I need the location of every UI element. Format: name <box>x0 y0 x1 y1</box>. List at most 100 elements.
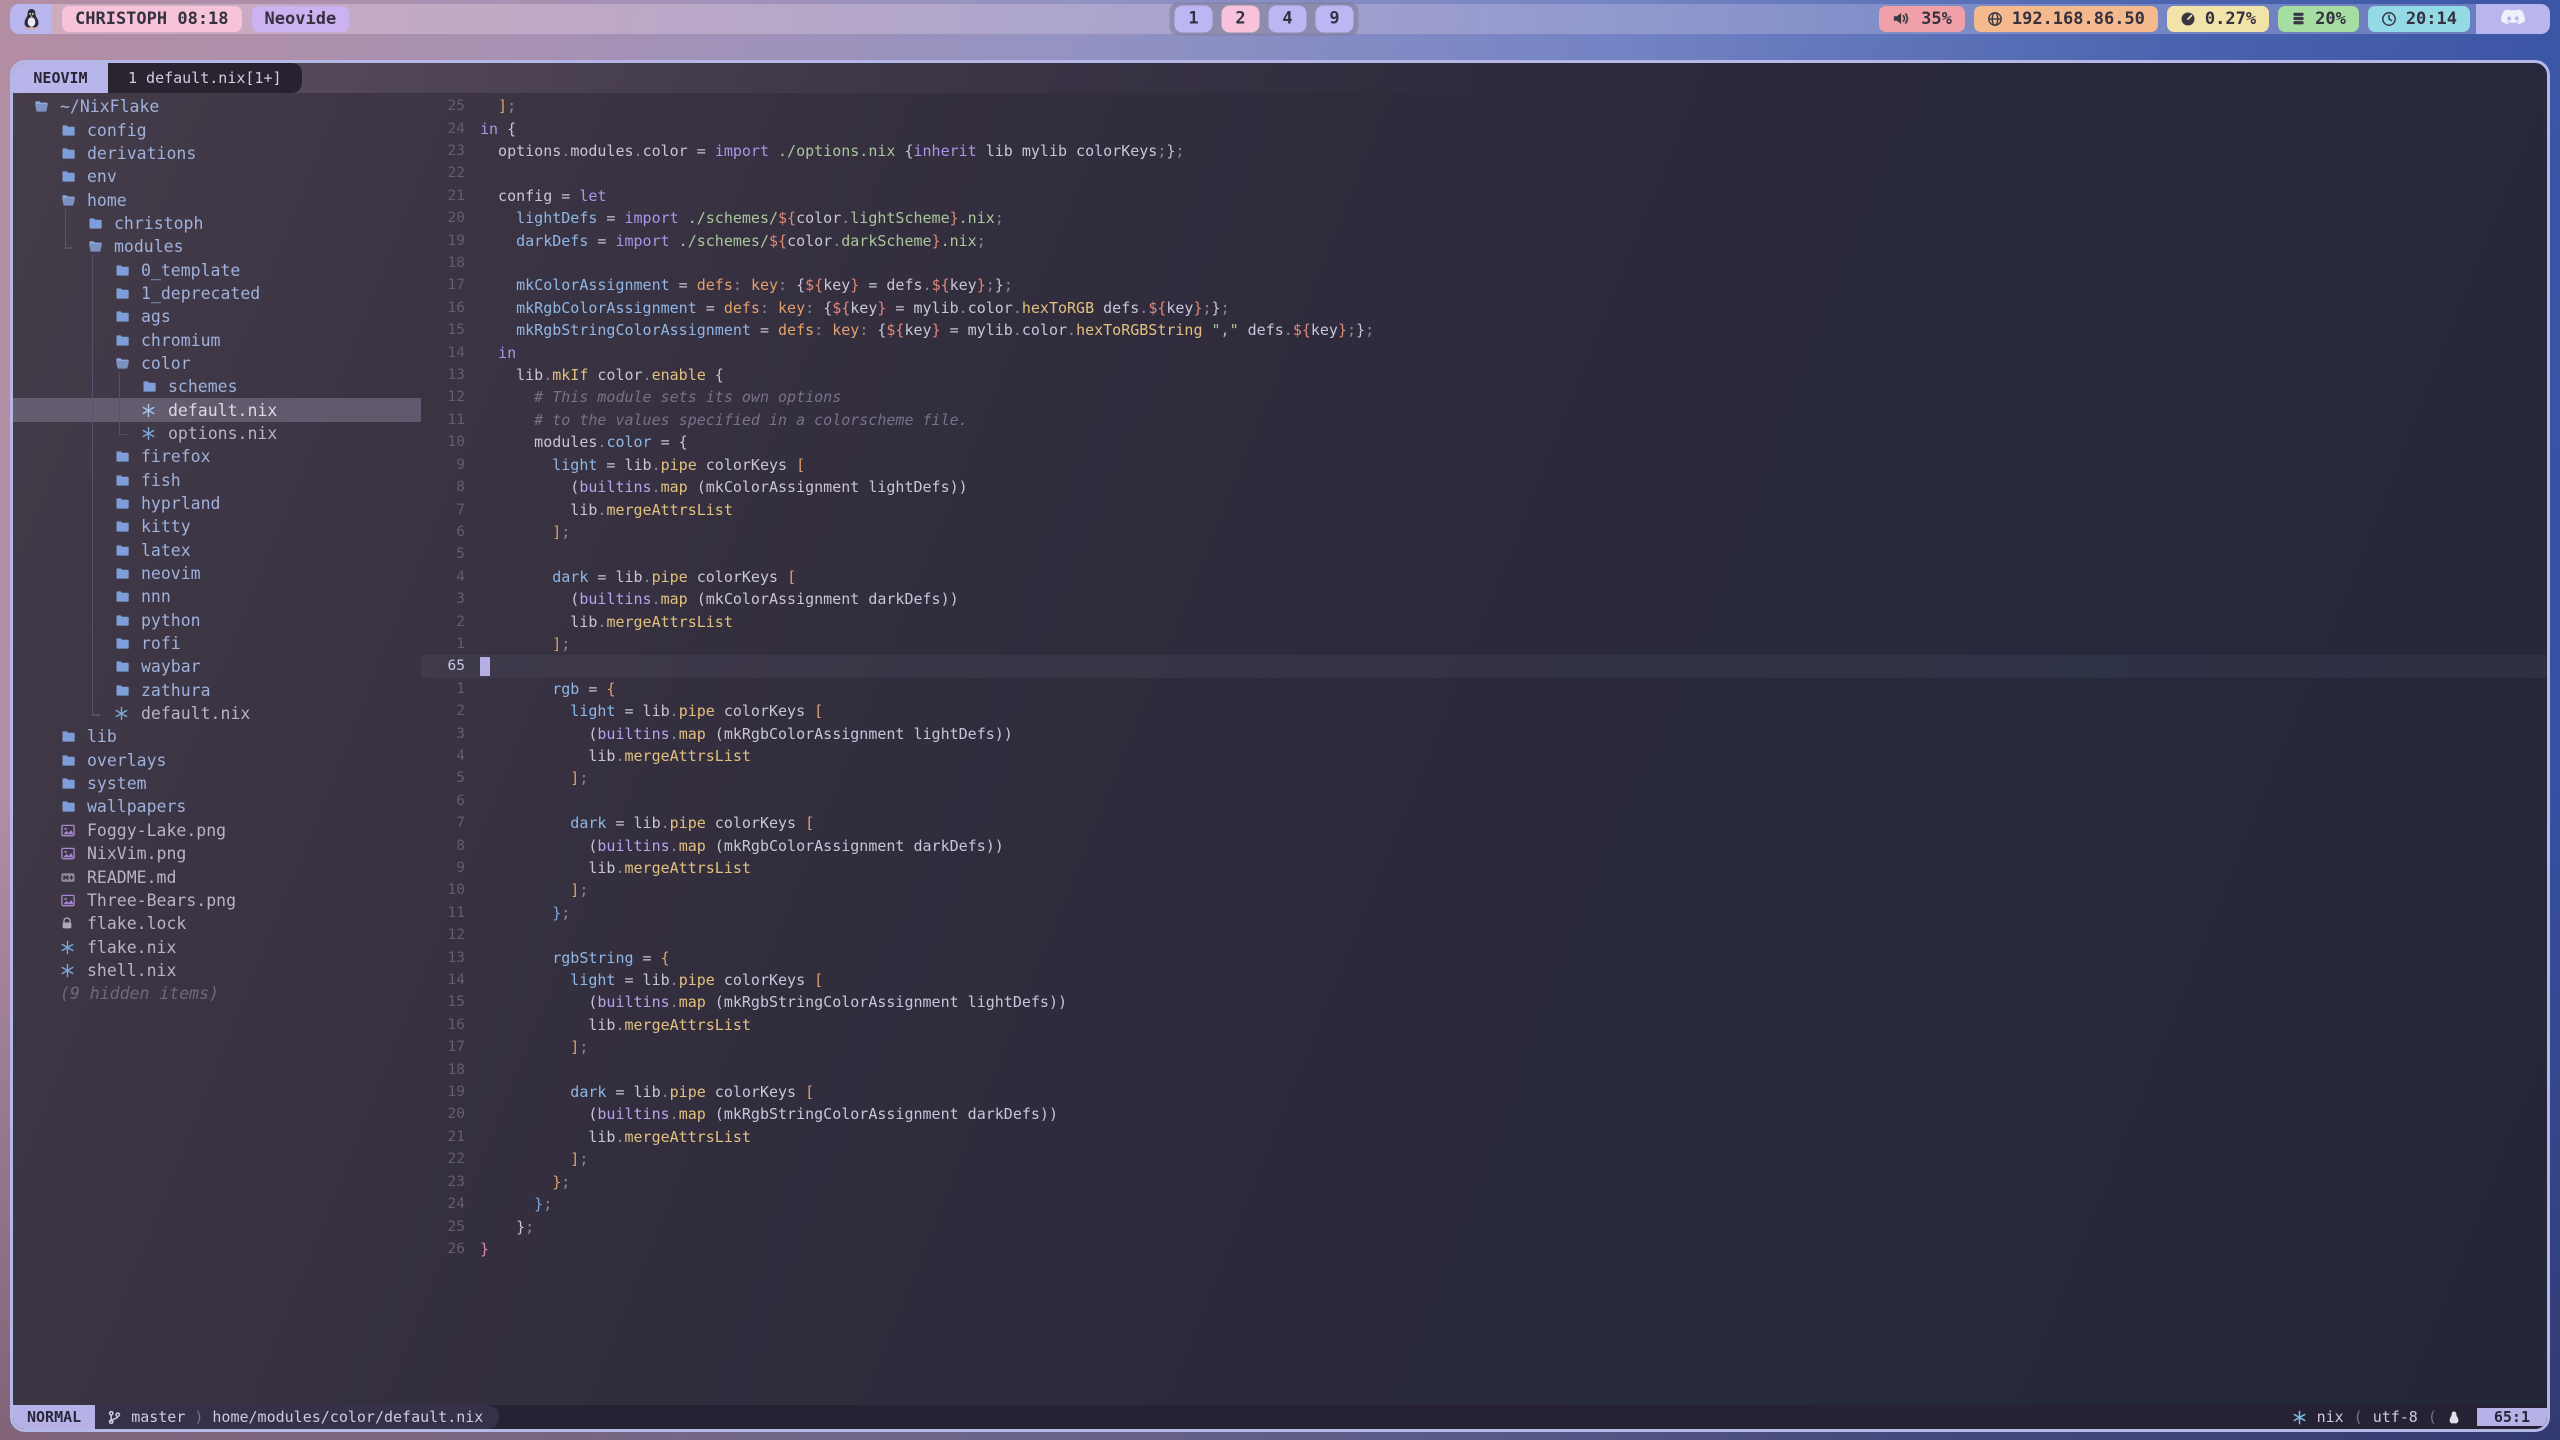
code-line[interactable]: 23 }; <box>421 1171 2547 1193</box>
tree-item-waybar[interactable]: waybar <box>13 655 421 678</box>
tree-item-env[interactable]: env <box>13 165 421 188</box>
tree-item-options-nix[interactable]: options.nix <box>13 422 421 445</box>
code-line[interactable]: 18 <box>421 252 2547 274</box>
launcher-button[interactable] <box>10 4 52 34</box>
tree-item-christoph[interactable]: christoph <box>13 212 421 235</box>
code-line[interactable]: 4 dark = lib.pipe colorKeys [ <box>421 566 2547 588</box>
code-line[interactable]: 3 (builtins.map (mkColorAssignment darkD… <box>421 588 2547 610</box>
code-line[interactable]: 14 in <box>421 341 2547 363</box>
code-line[interactable]: 19 dark = lib.pipe colorKeys [ <box>421 1081 2547 1103</box>
volume-widget[interactable]: 35% <box>1879 6 1965 32</box>
tree-item-overlays[interactable]: overlays <box>13 749 421 772</box>
code-line[interactable]: 17 ]; <box>421 1036 2547 1058</box>
code-line[interactable]: 24in { <box>421 117 2547 139</box>
code-line[interactable]: 15 (builtins.map (mkRgbStringColorAssign… <box>421 991 2547 1013</box>
host-time-widget[interactable]: CHRISTOPH 08:18 <box>62 6 242 32</box>
code-line[interactable]: 1 rgb = { <box>421 678 2547 700</box>
code-line[interactable]: 7 dark = lib.pipe colorKeys [ <box>421 812 2547 834</box>
workspace-button-1[interactable]: 1 <box>1175 5 1213 32</box>
code-line[interactable]: 22 ]; <box>421 1148 2547 1170</box>
tree-item-system[interactable]: system <box>13 772 421 795</box>
tree-item-ags[interactable]: ags <box>13 305 421 328</box>
code-line[interactable]: 12 <box>421 924 2547 946</box>
tree-item-chromium[interactable]: chromium <box>13 328 421 351</box>
code-line[interactable]: 25 ]; <box>421 95 2547 117</box>
code-line[interactable]: 8 (builtins.map (mkColorAssignment light… <box>421 476 2547 498</box>
tray-discord-button[interactable] <box>2476 4 2550 34</box>
tree-item-nixvim-png[interactable]: NixVim.png <box>13 842 421 865</box>
tree-item-modules[interactable]: modules <box>13 235 421 258</box>
code-line[interactable]: 16 lib.mergeAttrsList <box>421 1014 2547 1036</box>
code-line-current[interactable]: 65 <box>421 655 2547 677</box>
tree-item-python[interactable]: python <box>13 609 421 632</box>
tree-item-kitty[interactable]: kitty <box>13 515 421 538</box>
code-line[interactable]: 15 mkRgbStringColorAssignment = defs: ke… <box>421 319 2547 341</box>
code-line[interactable]: 23 options.modules.color = import ./opti… <box>421 140 2547 162</box>
code-line[interactable]: 14 light = lib.pipe colorKeys [ <box>421 969 2547 991</box>
tree-item-zathura[interactable]: zathura <box>13 679 421 702</box>
code-line[interactable]: 10 modules.color = { <box>421 431 2547 453</box>
tree-item-nnn[interactable]: nnn <box>13 585 421 608</box>
code-line[interactable]: 9 light = lib.pipe colorKeys [ <box>421 454 2547 476</box>
tree-item-home[interactable]: home <box>13 188 421 211</box>
tree-item-neovim[interactable]: neovim <box>13 562 421 585</box>
code-line[interactable]: 9 lib.mergeAttrsList <box>421 857 2547 879</box>
tree-item-1-deprecated[interactable]: 1_deprecated <box>13 282 421 305</box>
code-line[interactable]: 18 <box>421 1058 2547 1080</box>
tree-item-foggy-lake-png[interactable]: Foggy-Lake.png <box>13 819 421 842</box>
code-line[interactable]: 25 }; <box>421 1215 2547 1237</box>
tree-item-default-nix[interactable]: default.nix <box>13 702 421 725</box>
code-line[interactable]: 2 lib.mergeAttrsList <box>421 610 2547 632</box>
code-line[interactable]: 12 # This module sets its own options <box>421 386 2547 408</box>
code-line[interactable]: 24 }; <box>421 1193 2547 1215</box>
cpu-widget[interactable]: 0.27% <box>2167 6 2269 32</box>
tree-item-latex[interactable]: latex <box>13 539 421 562</box>
tree-item-firefox[interactable]: firefox <box>13 445 421 468</box>
memory-widget[interactable]: 20% <box>2278 6 2359 32</box>
tab-default-nix[interactable]: 1 default.nix[1+] <box>108 63 302 93</box>
code-line[interactable]: 11 }; <box>421 902 2547 924</box>
tree-item-0-template[interactable]: 0_template <box>13 258 421 281</box>
workspace-button-4[interactable]: 4 <box>1269 5 1307 32</box>
code-line[interactable]: 1 ]; <box>421 633 2547 655</box>
code-line[interactable]: 13 rgbString = { <box>421 946 2547 968</box>
tree-item-shell-nix[interactable]: shell.nix <box>13 959 421 982</box>
code-line[interactable]: 10 ]; <box>421 879 2547 901</box>
code-line[interactable]: 17 mkColorAssignment = defs: key: {${key… <box>421 274 2547 296</box>
code-editor[interactable]: 25 ];24in {23 options.modules.color = im… <box>421 93 2547 1405</box>
tree-item-flake-lock[interactable]: flake.lock <box>13 912 421 935</box>
workspace-button-2[interactable]: 2 <box>1222 5 1260 32</box>
active-app-badge[interactable]: Neovide <box>252 6 350 32</box>
code-line[interactable]: 5 <box>421 543 2547 565</box>
code-line[interactable]: 6 ]; <box>421 521 2547 543</box>
tree-item-fish[interactable]: fish <box>13 469 421 492</box>
code-line[interactable]: 19 darkDefs = import ./schemes/${color.d… <box>421 229 2547 251</box>
code-line[interactable]: 13 lib.mkIf color.enable { <box>421 364 2547 386</box>
tree-item-flake-nix[interactable]: flake.nix <box>13 935 421 958</box>
code-line[interactable]: 20 (builtins.map (mkRgbStringColorAssign… <box>421 1103 2547 1125</box>
tree-item-hyprland[interactable]: hyprland <box>13 492 421 515</box>
code-line[interactable]: 6 <box>421 790 2547 812</box>
code-line[interactable]: 22 <box>421 162 2547 184</box>
code-line[interactable]: 4 lib.mergeAttrsList <box>421 745 2547 767</box>
tree-item-derivations[interactable]: derivations <box>13 142 421 165</box>
tree-item-schemes[interactable]: schemes <box>13 375 421 398</box>
clock-widget[interactable]: 20:14 <box>2368 6 2470 32</box>
code-line[interactable]: 20 lightDefs = import ./schemes/${color.… <box>421 207 2547 229</box>
tree-item--nixflake[interactable]: ~/NixFlake <box>13 95 421 118</box>
workspace-button-9[interactable]: 9 <box>1316 5 1354 32</box>
code-line[interactable]: 2 light = lib.pipe colorKeys [ <box>421 700 2547 722</box>
tree-item-default-nix[interactable]: default.nix <box>13 398 421 421</box>
tree-item-wallpapers[interactable]: wallpapers <box>13 795 421 818</box>
code-line[interactable]: 11 # to the values specified in a colors… <box>421 409 2547 431</box>
tree-item-readme-md[interactable]: README.md <box>13 865 421 888</box>
tree-item-rofi[interactable]: rofi <box>13 632 421 655</box>
network-widget[interactable]: 192.168.86.50 <box>1974 6 2158 32</box>
tree-item-three-bears-png[interactable]: Three-Bears.png <box>13 889 421 912</box>
code-line[interactable]: 21 config = let <box>421 185 2547 207</box>
code-line[interactable]: 7 lib.mergeAttrsList <box>421 498 2547 520</box>
code-line[interactable]: 8 (builtins.map (mkRgbColorAssignment da… <box>421 834 2547 856</box>
code-line[interactable]: 5 ]; <box>421 767 2547 789</box>
code-line[interactable]: 3 (builtins.map (mkRgbColorAssignment li… <box>421 722 2547 744</box>
tree-item-color[interactable]: color <box>13 352 421 375</box>
